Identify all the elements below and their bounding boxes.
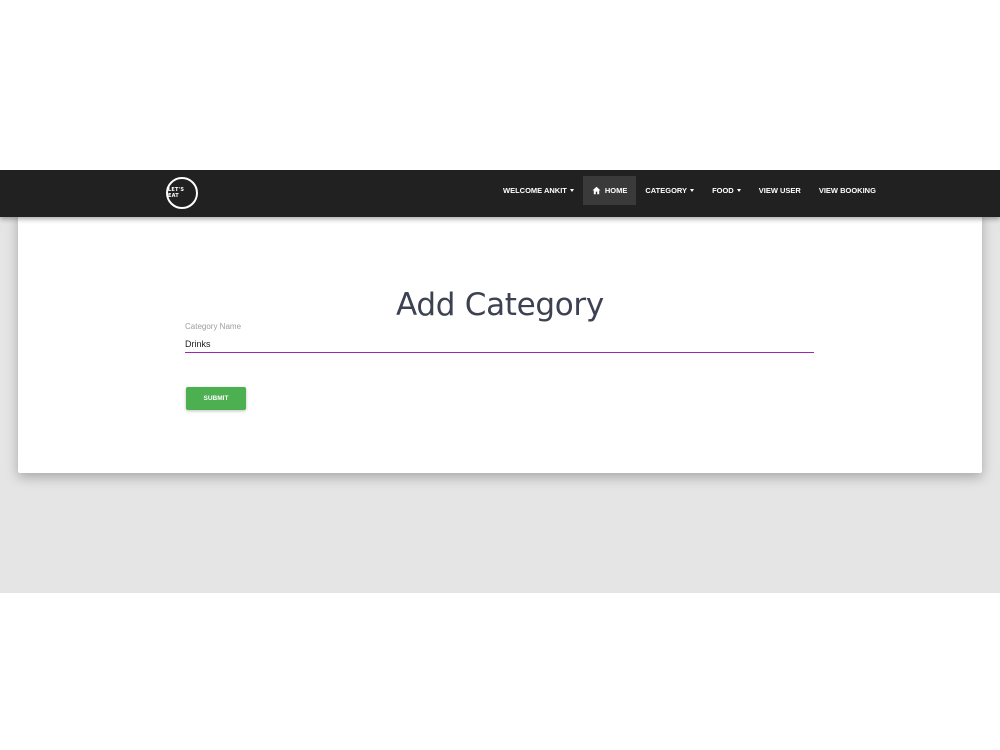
main-nav: WELCOME ANKIT HOME CATEGORY FOOD VIEW US… (494, 176, 885, 205)
nav-category-label: CATEGORY (645, 186, 688, 195)
nav-home-label: HOME (604, 186, 628, 195)
nav-category-dropdown[interactable]: CATEGORY (636, 176, 703, 205)
page-title: Add Category (396, 286, 604, 323)
logo-text: LET'S EAT (168, 187, 185, 199)
add-category-card: Add Category Category Name SUBMIT (18, 210, 982, 473)
category-name-input[interactable] (185, 336, 814, 353)
submit-button[interactable]: SUBMIT (186, 387, 246, 410)
nav-view-user-label: VIEW USER (758, 186, 801, 195)
nav-view-user[interactable]: VIEW USER (750, 176, 810, 205)
nav-view-booking-label: VIEW BOOKING (818, 186, 876, 195)
caret-down-icon (736, 189, 741, 192)
caret-down-icon (569, 189, 574, 192)
app-viewport: LET'S EAT WELCOME ANKIT HOME CATEGORY FO… (0, 170, 1000, 593)
nav-food-label: FOOD (712, 186, 734, 195)
site-logo[interactable]: LET'S EAT (166, 177, 198, 209)
nav-welcome-label: WELCOME ANKIT (503, 186, 567, 195)
nav-welcome-dropdown[interactable]: WELCOME ANKIT (494, 176, 583, 205)
top-navbar: LET'S EAT WELCOME ANKIT HOME CATEGORY FO… (0, 170, 1000, 217)
nav-home[interactable]: HOME (582, 176, 637, 205)
nav-food-dropdown[interactable]: FOOD (703, 176, 750, 205)
category-name-label: Category Name (185, 322, 242, 331)
caret-down-icon (690, 189, 695, 192)
nav-view-booking[interactable]: VIEW BOOKING (810, 176, 885, 205)
home-icon (592, 186, 601, 195)
